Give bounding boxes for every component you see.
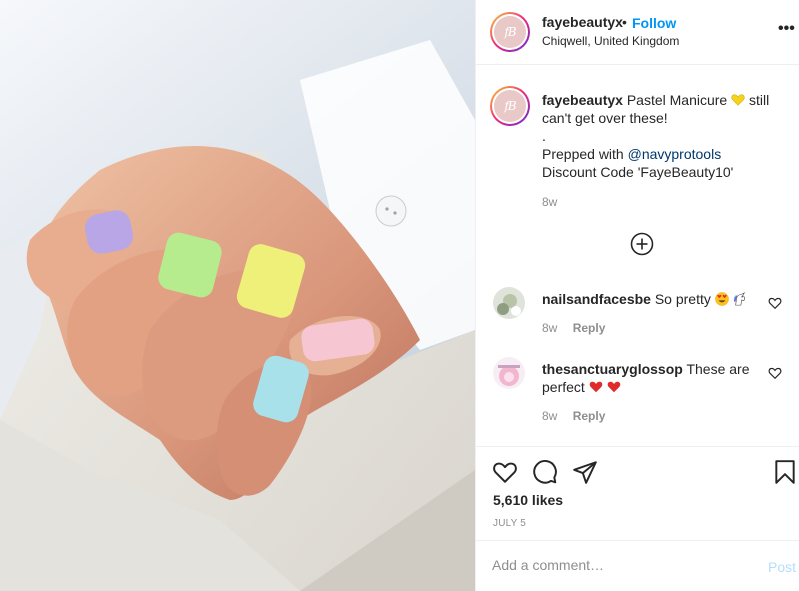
- comment-time: 8w: [542, 321, 558, 335]
- comment-time: 8w: [542, 409, 558, 423]
- comment-body-2: perfect: [542, 379, 585, 395]
- author-avatar[interactable]: fB: [490, 12, 530, 52]
- post-button[interactable]: Post: [768, 559, 796, 575]
- heart-icon[interactable]: [492, 459, 518, 485]
- paper-plane-icon[interactable]: [572, 459, 598, 485]
- commenter-avatar[interactable]: [493, 287, 525, 319]
- comment-username[interactable]: thesanctuaryglossop: [542, 361, 683, 377]
- likes-count[interactable]: 5,610 likes: [493, 492, 563, 508]
- commenter-avatar[interactable]: [493, 357, 525, 389]
- caption-dot-line: .: [542, 128, 546, 144]
- post-panel: fB fayebeautyx • Follow Chiqwell, United…: [475, 0, 799, 591]
- bookmark-icon[interactable]: [772, 459, 798, 485]
- author-username[interactable]: fayebeautyx: [542, 14, 623, 30]
- comment-username[interactable]: nailsandfacesbe: [542, 291, 651, 307]
- shirt-button: [375, 195, 407, 227]
- more-options-icon[interactable]: •••: [778, 20, 795, 38]
- comment-input[interactable]: [492, 557, 752, 573]
- comment-like-heart-icon[interactable]: [768, 296, 782, 310]
- caption-avatar-initials: fB: [494, 90, 526, 122]
- plus-circle-icon[interactable]: [630, 232, 654, 256]
- unicorn-icon: [733, 292, 745, 306]
- comment-text: thesanctuaryglossop These are perfect: [542, 360, 762, 396]
- reply-button[interactable]: Reply: [573, 321, 606, 335]
- red-heart-icon: [589, 381, 603, 393]
- post-header: fB fayebeautyx • Follow Chiqwell, United…: [476, 0, 799, 65]
- comment-body: So pretty: [654, 291, 711, 307]
- post-photo[interactable]: [0, 0, 475, 591]
- yellow-heart-icon: [731, 94, 745, 106]
- location-link[interactable]: Chiqwell, United Kingdom: [542, 34, 679, 48]
- avatar-initials: fB: [494, 16, 526, 48]
- heart-eyes-icon: [714, 292, 729, 306]
- comment-body-1: These are: [686, 361, 750, 377]
- red-heart-icon: [607, 381, 620, 393]
- caption-username[interactable]: fayebeautyx: [542, 92, 623, 108]
- manicure-photo: [0, 0, 475, 591]
- reply-button[interactable]: Reply: [573, 409, 606, 423]
- post-date[interactable]: JULY 5: [493, 518, 526, 529]
- mention-link[interactable]: @navyprotools: [628, 146, 722, 162]
- caption-time: 8w: [542, 195, 558, 209]
- caption-discount: Discount Code 'FayeBeauty10': [542, 164, 734, 180]
- action-bar: 5,610 likes JULY 5: [476, 446, 799, 540]
- comment-meta: 8w Reply: [542, 321, 617, 335]
- comment-bar: Post: [476, 540, 799, 591]
- post-caption: fayebeautyx Pastel Manicure still can't …: [542, 91, 782, 211]
- separator-dot: •: [622, 14, 627, 30]
- caption-text-1: Pastel Manicure: [626, 92, 728, 108]
- caption-prepped: Prepped with: [542, 146, 624, 162]
- comment-like-heart-icon[interactable]: [768, 366, 782, 380]
- follow-button[interactable]: Follow: [632, 15, 676, 31]
- comment-icon[interactable]: [532, 459, 558, 485]
- comment-meta: 8w Reply: [542, 409, 617, 423]
- comment-text: nailsandfacesbe So pretty: [542, 290, 762, 308]
- caption-avatar[interactable]: fB: [490, 86, 530, 126]
